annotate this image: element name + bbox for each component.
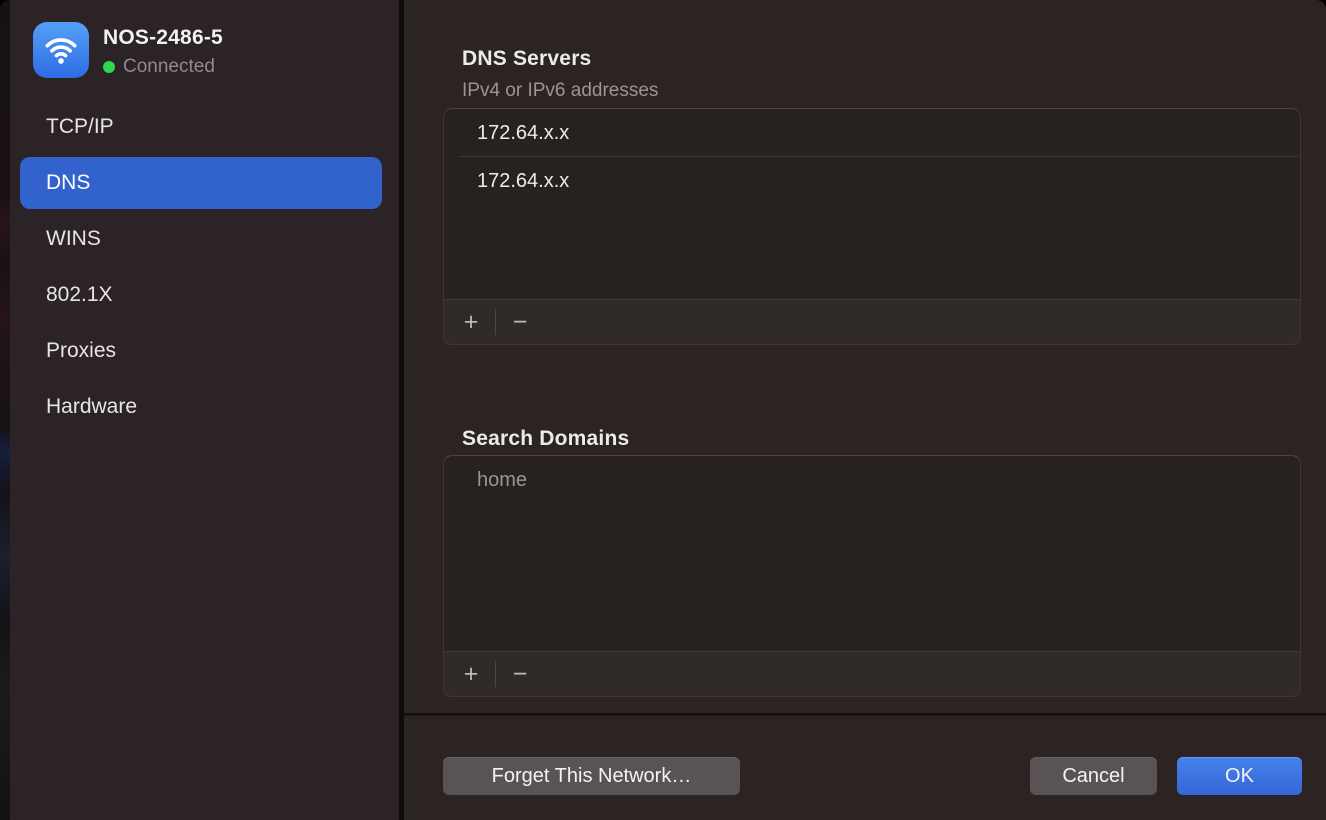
sidebar-item-8021x[interactable]: 802.1X [20,269,382,321]
search-domains-list: home + − [443,455,1301,697]
search-domain-row[interactable]: home [444,456,1300,504]
sidebar-item-wins[interactable]: WINS [20,213,382,265]
network-status: Connected [103,57,215,77]
dns-server-value: 172.64.x.x [477,122,569,145]
toolbar-separator [495,309,496,335]
sidebar-item-hardware[interactable]: Hardware [20,381,382,433]
sidebar: NOS-2486-5 Connected TCP/IP DNS WINS 802… [10,0,399,820]
sidebar-item-tcpip[interactable]: TCP/IP [20,101,382,153]
main-panel: DNS Servers IPv4 or IPv6 addresses 172.6… [404,0,1326,820]
underlying-window-edge [0,0,10,820]
dns-servers-toolbar: + − [444,299,1300,344]
sidebar-nav: TCP/IP DNS WINS 802.1X Proxies Hardware [20,101,382,437]
add-dns-server-button[interactable]: + [456,307,486,337]
add-search-domain-button[interactable]: + [456,659,486,689]
wifi-icon [33,22,89,78]
sidebar-item-proxies[interactable]: Proxies [20,325,382,377]
dns-server-row[interactable]: 172.64.x.x [444,109,1300,157]
ok-button[interactable]: OK [1177,757,1302,795]
network-details-dialog: NOS-2486-5 Connected TCP/IP DNS WINS 802… [0,0,1326,820]
dns-servers-title: DNS Servers [462,47,591,71]
status-dot-icon [103,61,115,73]
connection-status-label: Connected [123,56,215,78]
remove-dns-server-button[interactable]: − [505,307,535,337]
search-domain-value: home [477,469,527,492]
toolbar-separator [495,661,496,687]
footer-divider [404,713,1326,716]
forget-network-button[interactable]: Forget This Network… [443,757,740,795]
dns-servers-list: 172.64.x.x 172.64.x.x + − [443,108,1301,345]
search-domains-title: Search Domains [462,427,629,451]
search-domains-toolbar: + − [444,651,1300,696]
sidebar-item-dns[interactable]: DNS [20,157,382,209]
dialog-footer: Forget This Network… Cancel OK [443,757,1302,795]
dns-servers-subtitle: IPv4 or IPv6 addresses [462,80,658,102]
dns-server-value: 172.64.x.x [477,170,569,193]
cancel-button[interactable]: Cancel [1030,757,1157,795]
network-name: NOS-2486-5 [103,26,223,50]
dns-server-row[interactable]: 172.64.x.x [444,157,1300,205]
remove-search-domain-button[interactable]: − [505,659,535,689]
